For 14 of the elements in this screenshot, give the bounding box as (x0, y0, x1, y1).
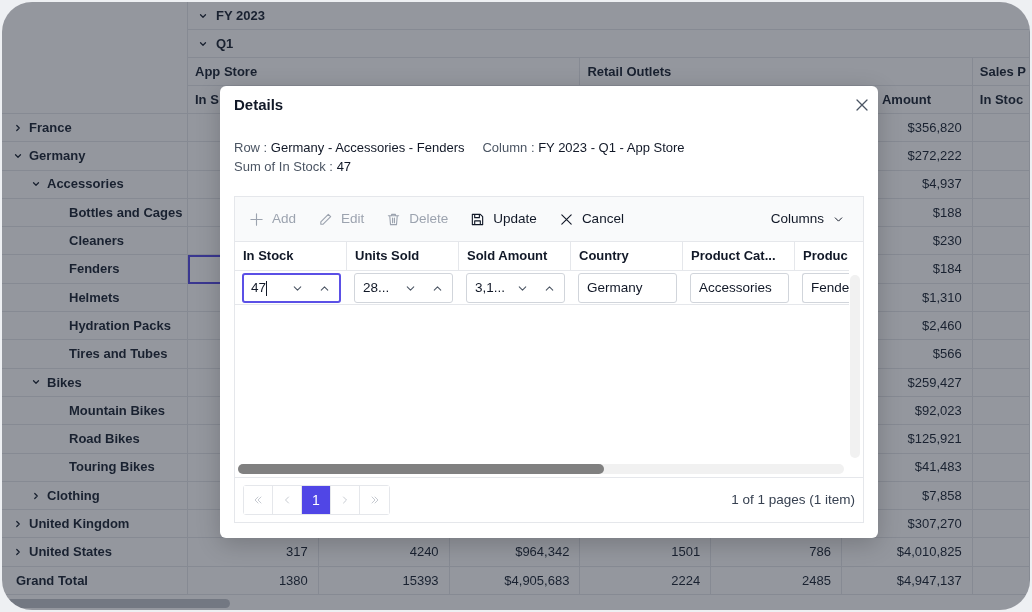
info-value: 47 (336, 159, 352, 174)
table-cell: 2485 (711, 566, 842, 596)
info-label: Row : (234, 140, 268, 155)
dialog-title: Details (234, 96, 284, 114)
table-cell: $4,905,683 (449, 566, 581, 596)
table-cell: $4,947,137 (842, 566, 973, 596)
info-value: FY 2023 - Q1 - App Store (538, 140, 685, 155)
info-value: Germany - Accessories - Fenders (270, 140, 465, 155)
table-cell: 2224 (580, 566, 712, 596)
info-label: Column : (482, 140, 535, 155)
table-cell: 15393 (318, 566, 450, 596)
info-label: Sum of In Stock : (234, 159, 333, 174)
table-cell: 1380 (188, 566, 319, 596)
row-header: Grand Total (2, 566, 188, 596)
